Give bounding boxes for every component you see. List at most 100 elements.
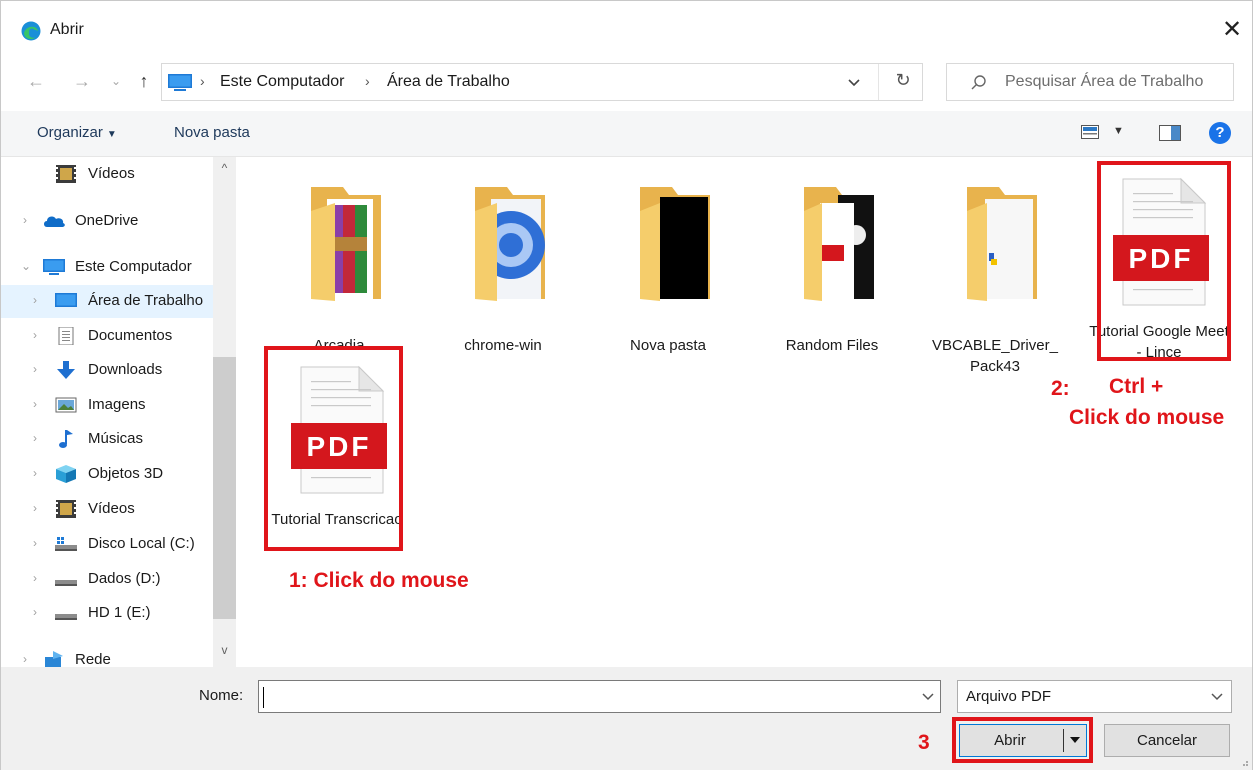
file-item-chrome-win[interactable]: chrome-win <box>433 181 573 371</box>
annotation-step-2-line2: Click do mouse <box>1069 406 1225 429</box>
chevron-right-icon[interactable]: › <box>33 397 37 411</box>
filename-label: Nome: <box>199 687 244 704</box>
highlight-box-transcricao <box>264 346 403 551</box>
up-button[interactable]: ↑ <box>133 69 155 93</box>
black-document-icon <box>640 187 710 301</box>
sidebar-item-imagens[interactable]: › Imagens <box>1 389 213 422</box>
sidebar-item-objetos-3d[interactable]: › Objetos 3D <box>1 458 213 491</box>
sidebar-item-label: Vídeos <box>88 500 135 517</box>
chevron-down-icon[interactable]: ⌄ <box>21 259 31 273</box>
view-options-icon[interactable] <box>1081 125 1099 139</box>
new-folder-button[interactable]: Nova pasta <box>174 124 250 141</box>
forward-button[interactable]: → <box>71 69 93 93</box>
sidebar-item-label: Área de Trabalho <box>88 292 204 309</box>
chevron-right-icon[interactable]: › <box>33 605 37 619</box>
breadcrumb-separator: › <box>365 73 370 89</box>
sidebar-item-label: Músicas <box>88 430 144 447</box>
desktop-icon <box>55 293 77 307</box>
scroll-up-icon[interactable]: ^ <box>213 161 236 181</box>
file-item-random-files[interactable]: Random Files <box>762 181 902 371</box>
sidebar-item-downloads[interactable]: › Downloads <box>1 354 213 387</box>
chevron-right-icon[interactable]: › <box>23 652 27 666</box>
sidebar-item-hd1-e[interactable]: › HD 1 (E:) <box>1 597 213 630</box>
help-icon[interactable]: ? <box>1209 122 1231 144</box>
chevron-right-icon[interactable]: › <box>33 466 37 480</box>
refresh-button[interactable]: ↻ <box>892 70 914 92</box>
filename-combobox[interactable] <box>258 680 941 713</box>
chevron-right-icon[interactable]: › <box>33 328 37 342</box>
file-item-vbcable-driver-pack43[interactable]: VBCABLE_Driver_ Pack43 <box>925 181 1065 375</box>
breadcrumb-area-de-trabalho[interactable]: Área de Trabalho <box>387 73 510 91</box>
chevron-right-icon[interactable]: › <box>33 362 37 376</box>
file-name: Random Files <box>785 337 879 354</box>
navigation-pane: Vídeos › OneDrive ⌄ Este Computador › Ár… <box>1 157 236 667</box>
chevron-down-icon <box>1211 693 1223 701</box>
chevron-down-icon[interactable] <box>919 687 937 705</box>
sidebar-item-label: Vídeos <box>88 165 135 182</box>
sidebar-item-label: Dados (D:) <box>88 570 161 587</box>
filetype-select[interactable]: Arquivo PDF <box>957 680 1232 713</box>
view-caret-icon[interactable]: ▼ <box>1113 125 1124 137</box>
network-icon <box>45 651 63 667</box>
recent-locations-button[interactable]: ⌄ <box>105 69 127 93</box>
preview-pane-icon[interactable] <box>1159 125 1181 141</box>
resize-grip-icon[interactable] <box>1239 757 1249 767</box>
video-icon <box>56 165 76 183</box>
arrow-up-icon: ↑ <box>139 71 149 91</box>
open-file-dialog: Abrir ✕ ← → ⌄ ↑ › Este Computador › Área… <box>0 0 1253 770</box>
file-item-nova-pasta[interactable]: Nova pasta <box>598 181 738 371</box>
edge-browser-icon <box>21 21 41 41</box>
open-button[interactable]: Abrir <box>959 724 1087 757</box>
sidebar-item-dados-d[interactable]: › Dados (D:) <box>1 563 213 596</box>
sidebar-item-label: Objetos 3D <box>88 465 164 482</box>
sidebar-item-area-de-trabalho[interactable]: › Área de Trabalho <box>1 285 213 318</box>
back-button[interactable]: ← <box>25 69 47 93</box>
sidebar-item-videos-top[interactable]: Vídeos <box>1 158 213 191</box>
new-folder-label: Nova pasta <box>174 124 250 141</box>
sidebar-item-disco-local-c[interactable]: › Disco Local (C:) <box>1 528 213 561</box>
close-button[interactable]: ✕ <box>1217 15 1247 45</box>
sidebar-item-videos[interactable]: › Vídeos <box>1 493 213 526</box>
scroll-down-icon[interactable]: v <box>213 643 236 663</box>
chrome-disc-icon <box>475 187 545 301</box>
sidebar-item-musicas[interactable]: › Músicas <box>1 423 213 456</box>
chevron-right-icon[interactable]: › <box>33 501 37 515</box>
search-input[interactable]: Pesquisar Área de Trabalho <box>1005 73 1203 91</box>
pdf-document-icon <box>804 187 874 301</box>
address-bar[interactable]: › Este Computador › Área de Trabalho ↻ <box>161 63 923 101</box>
caret-down-icon[interactable] <box>1068 731 1082 749</box>
sidebar-item-label: Rede <box>75 651 111 667</box>
sidebar-item-rede[interactable]: › Rede <box>1 644 213 667</box>
search-box[interactable]: Pesquisar Área de Trabalho <box>946 63 1234 101</box>
chevron-right-icon[interactable]: › <box>33 571 37 585</box>
chevron-right-icon[interactable]: › <box>33 431 37 445</box>
annotation-step-3: 3 <box>918 731 930 754</box>
music-note-icon <box>59 430 73 448</box>
chevron-down-icon[interactable] <box>844 72 864 92</box>
organize-menu-button[interactable]: Organizar ▼ <box>37 124 117 141</box>
arrow-left-icon: ← <box>27 71 45 91</box>
cancel-button-label: Cancelar <box>1136 732 1198 749</box>
file-item-arcadia[interactable]: Arcadia <box>269 181 409 371</box>
winrar-books-icon <box>311 187 381 301</box>
sidebar-item-documentos[interactable]: › Documentos <box>1 320 213 353</box>
chevron-right-icon[interactable]: › <box>33 536 37 550</box>
computer-icon <box>168 74 192 91</box>
sidebar-item-este-computador[interactable]: ⌄ Este Computador <box>1 251 213 284</box>
picture-icon <box>55 397 77 413</box>
bottom-panel: Nome: Arquivo PDF 3 Abrir Cancelar <box>1 667 1252 770</box>
chevron-right-icon[interactable]: › <box>33 293 37 307</box>
cloud-icon <box>44 216 65 227</box>
chevron-right-icon[interactable]: › <box>23 213 27 227</box>
refresh-icon: ↻ <box>895 70 911 90</box>
title-bar: Abrir ✕ <box>1 1 1252 59</box>
sidebar-scrollbar[interactable]: ^ v <box>213 157 236 667</box>
breadcrumb-este-computador[interactable]: Este Computador <box>220 73 345 91</box>
sidebar-item-onedrive[interactable]: › OneDrive <box>1 205 213 238</box>
scrollbar-thumb[interactable] <box>213 357 236 619</box>
filename-input[interactable] <box>263 685 903 709</box>
cancel-button[interactable]: Cancelar <box>1104 724 1230 757</box>
highlight-box-google-meet <box>1097 161 1231 361</box>
file-view: Arcadia chrome-win Nova pasta Random Fil… <box>237 157 1252 667</box>
document-icon <box>58 327 74 345</box>
